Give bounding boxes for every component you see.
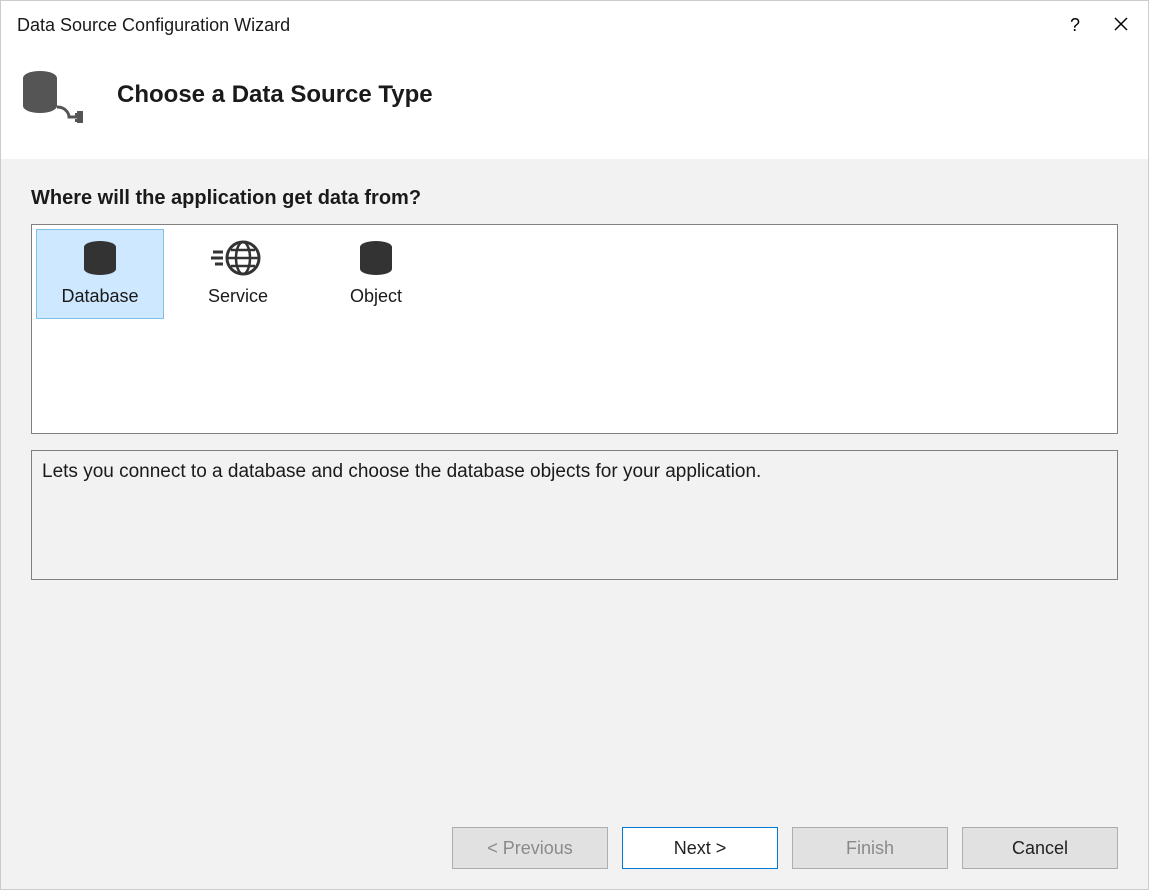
close-button[interactable] xyxy=(1098,5,1144,45)
button-label: Cancel xyxy=(1012,838,1068,859)
option-label: Object xyxy=(350,286,402,307)
titlebar: Data Source Configuration Wizard ? xyxy=(1,1,1148,49)
prompt-text: Where will the application get data from… xyxy=(31,187,1118,210)
page-title: Choose a Data Source Type xyxy=(117,81,433,109)
option-service[interactable]: Service xyxy=(174,229,302,319)
option-label: Service xyxy=(208,286,268,307)
button-label: Next > xyxy=(674,838,727,859)
close-icon xyxy=(1114,15,1128,36)
wizard-footer: < Previous Next > Finish Cancel xyxy=(1,827,1148,889)
object-icon xyxy=(356,234,396,282)
wizard-window: Data Source Configuration Wizard ? xyxy=(0,0,1149,890)
wizard-page-icon xyxy=(17,59,89,131)
button-label: Finish xyxy=(846,838,894,859)
option-label: Database xyxy=(61,286,138,307)
window-title: Data Source Configuration Wizard xyxy=(17,15,290,36)
service-icon xyxy=(211,234,265,282)
option-description: Lets you connect to a database and choos… xyxy=(31,450,1118,580)
next-button[interactable]: Next > xyxy=(622,827,778,869)
help-button[interactable]: ? xyxy=(1052,5,1098,45)
finish-button: Finish xyxy=(792,827,948,869)
wizard-header: Choose a Data Source Type xyxy=(1,49,1148,159)
previous-button: < Previous xyxy=(452,827,608,869)
database-icon xyxy=(80,234,120,282)
data-source-type-options: Database Service xyxy=(31,224,1118,434)
wizard-content: Where will the application get data from… xyxy=(1,159,1148,827)
option-object[interactable]: Object xyxy=(312,229,440,319)
button-label: < Previous xyxy=(487,838,573,859)
help-icon: ? xyxy=(1070,15,1080,36)
cancel-button[interactable]: Cancel xyxy=(962,827,1118,869)
option-database[interactable]: Database xyxy=(36,229,164,319)
